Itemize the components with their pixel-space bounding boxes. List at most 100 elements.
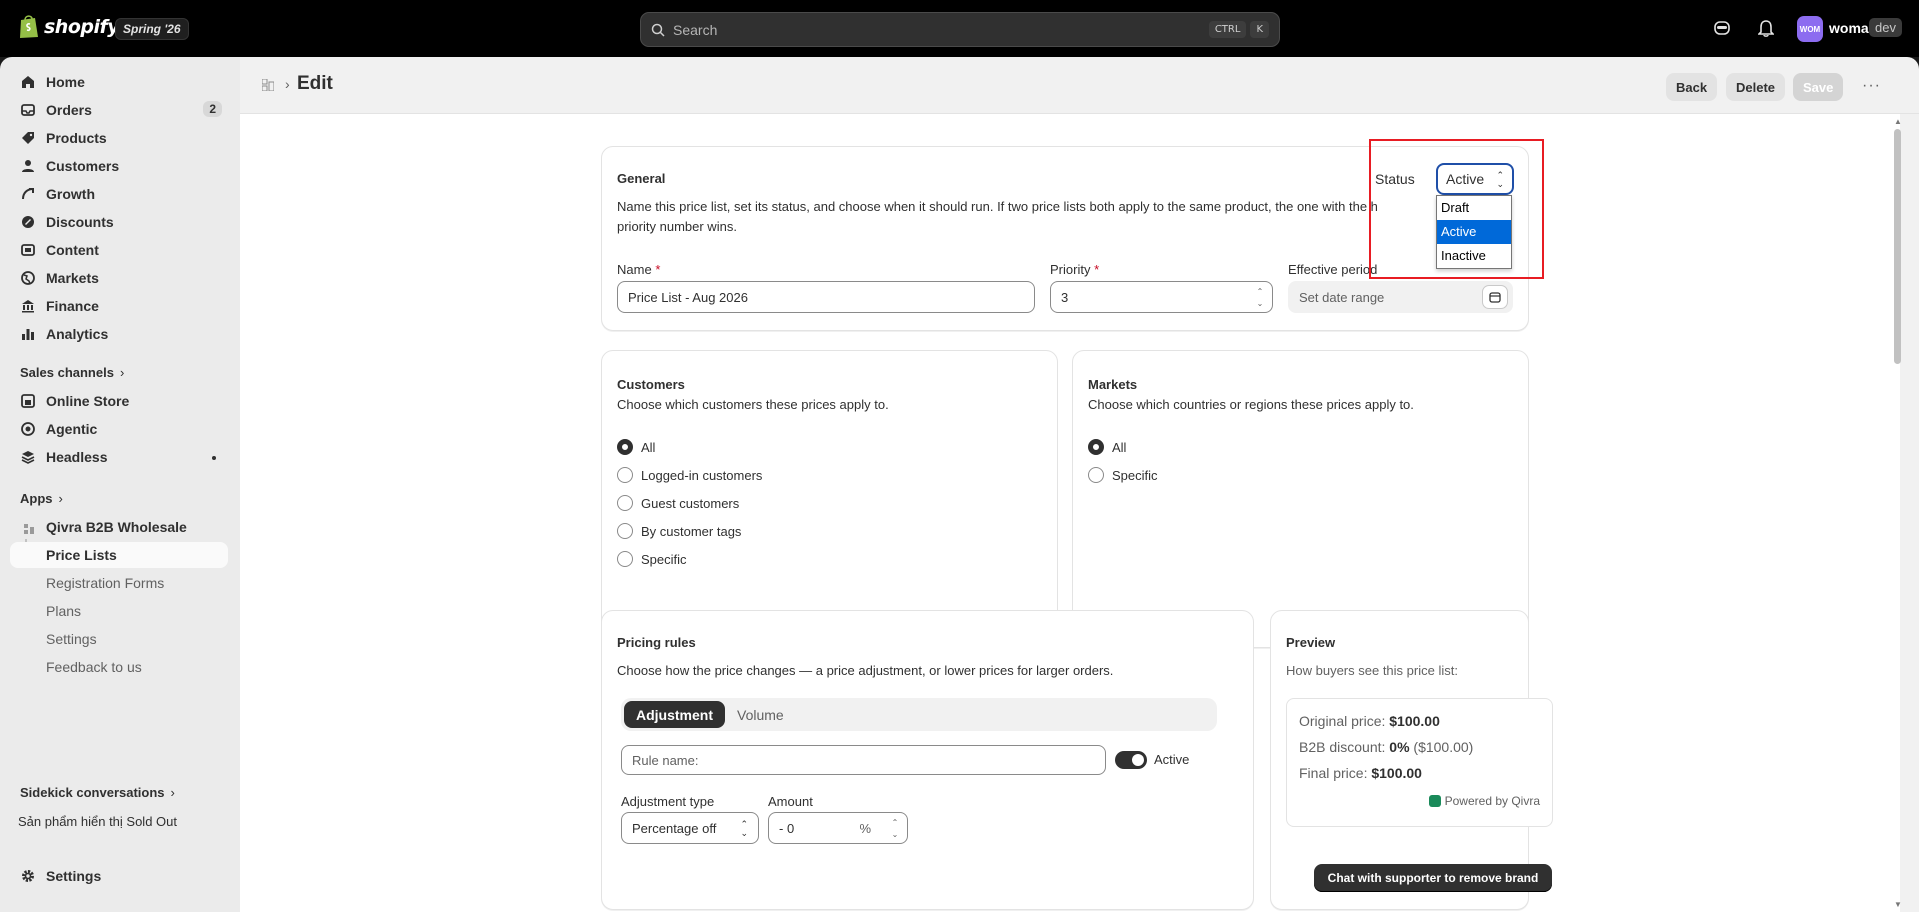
sidebar-item-label: Products [46,130,107,146]
amount-value: - 0 [779,820,795,836]
shopify-logo[interactable]: shopify [18,14,120,39]
sidebar-item-app-settings[interactable]: Settings [10,626,228,652]
discount-icon [20,214,36,230]
sidebar-item-headless[interactable]: Headless [10,444,228,470]
save-button[interactable]: Save [1793,73,1844,101]
sidebar-item-analytics[interactable]: Analytics [10,321,228,347]
stepper-up-icon[interactable]: ⌃ [889,817,901,827]
customers-option-guest[interactable]: Guest customers [617,495,739,511]
sidebar-item-feedback[interactable]: Feedback to us [10,654,228,680]
sidebar-item-label: Online Store [46,393,130,409]
tab-volume[interactable]: Volume [725,701,796,728]
markets-card: Markets Choose which countries or region… [1072,350,1529,648]
radio [617,495,633,511]
user-name[interactable]: woma [1829,20,1869,36]
sidekick-label: Sidekick conversations [20,785,165,800]
sidebar-item-orders[interactable]: Orders 2 [10,97,228,123]
bell-icon[interactable] [1755,17,1777,39]
radio [1088,467,1104,483]
search-icon [651,23,665,37]
pricing-rules-card: Pricing rules Choose how the price chang… [601,610,1254,910]
date-range-placeholder: Set date range [1299,289,1385,305]
sidebar-item-content[interactable]: Content [10,237,228,263]
customers-option-all[interactable]: All [617,439,655,455]
sidebar-item-label: Finance [46,298,99,314]
markets-option-specific[interactable]: Specific [1088,467,1158,483]
sidebar-item-registration-forms[interactable]: Registration Forms [10,570,228,596]
status-dot [212,456,216,460]
delete-button[interactable]: Delete [1726,73,1786,101]
customers-option-tags[interactable]: By customer tags [617,523,741,539]
stepper-down-icon[interactable]: ⌄ [1254,298,1266,308]
sidebar-item-customers[interactable]: Customers [10,153,228,179]
app-name: Qivra B2B Wholesale [46,519,187,535]
app-breadcrumb-icon[interactable] [261,78,275,94]
sidekick-heading[interactable]: Sidekick conversations › [20,785,175,800]
content-icon [20,242,36,258]
stepper-down-icon[interactable]: ⌄ [889,829,901,839]
radio [617,467,633,483]
tab-adjustment[interactable]: Adjustment [624,701,725,728]
sidebar-item-online-store[interactable]: Online Store [10,388,228,414]
sidebar-item-markets[interactable]: Markets [10,265,228,291]
scrollbar-thumb[interactable] [1894,129,1901,364]
sidebar-item-settings[interactable]: Settings [10,863,228,889]
avatar[interactable]: WOM [1797,16,1823,42]
sidebar-item-label: Home [46,74,85,90]
brand-name: shopify [44,15,120,38]
edition-badge: Spring '26 [115,18,189,40]
sidebar-item-agentic[interactable]: Agentic [10,416,228,442]
chevron-right-icon: › [170,785,175,800]
customers-card: Customers Choose which customers these p… [601,350,1058,648]
sidebar-item-plans[interactable]: Plans [10,598,228,624]
sidebar-item-discounts[interactable]: Discounts [10,209,228,235]
more-actions-icon[interactable]: ··· [1862,77,1881,95]
pricing-title: Pricing rules [617,635,696,650]
adjustment-type-label: Adjustment type [621,794,715,809]
customers-option-logged-in[interactable]: Logged-in customers [617,467,762,483]
top-bar: shopify Spring '26 Search CTRL K WOM wom… [0,0,1919,57]
page-header: › Edit Back Delete Save ··· [240,57,1919,114]
customers-title: Customers [617,377,685,392]
amount-stepper[interactable]: ⌃ ⌄ [889,817,901,839]
page-title: Edit [297,73,333,94]
sidebar-app-qivra[interactable]: Qivra B2B Wholesale [10,514,228,540]
sidebar-item-label: Orders [46,102,92,118]
calendar-icon[interactable] [1482,285,1508,309]
sales-channels-label: Sales channels [20,365,114,380]
scroll-down-arrow-icon[interactable]: ▼ [1894,900,1902,909]
sidebar-item-growth[interactable]: Growth [10,181,228,207]
date-range-input[interactable]: Set date range [1288,281,1513,313]
adjustment-type-select[interactable]: Percentage off ⌃ ⌄ [621,812,759,844]
sidebar-item-products[interactable]: Products [10,125,228,151]
radio-selected [1088,439,1104,455]
apps-heading[interactable]: Apps › [20,491,63,506]
name-label: Name * [617,262,661,277]
rule-name-input[interactable]: Rule name: [621,745,1106,775]
name-input[interactable]: Price List - Aug 2026 [617,281,1035,313]
sidekick-icon[interactable] [1711,17,1733,39]
orders-icon [20,102,36,118]
sidekick-conversation-item[interactable]: Sản phẩm hiển thị Sold Out [18,814,177,829]
active-toggle[interactable] [1115,751,1147,769]
pricing-tabs: Adjustment Volume [621,698,1217,731]
sidebar-item-price-lists[interactable]: Price Lists [10,542,228,568]
customers-option-specific[interactable]: Specific [617,551,687,567]
bar-chart-icon [20,326,36,342]
back-button[interactable]: Back [1666,73,1718,101]
sidebar-item-finance[interactable]: Finance [10,293,228,319]
priority-stepper[interactable]: ⌃ ⌄ [1254,286,1266,308]
search-input[interactable]: Search CTRL K [640,12,1280,47]
scroll-up-arrow-icon[interactable]: ▲ [1894,117,1902,126]
amount-input[interactable]: - 0 % ⌃ ⌄ [768,812,908,844]
stepper-up-icon[interactable]: ⌃ [1254,286,1266,296]
sidebar-item-home[interactable]: Home [10,69,228,95]
sales-channels-heading[interactable]: Sales channels › [20,365,124,380]
bank-icon [20,298,36,314]
markets-option-all[interactable]: All [1088,439,1126,455]
apps-label: Apps [20,491,53,506]
remove-brand-button[interactable]: Chat with supporter to remove brand [1314,864,1552,892]
qivra-logo-icon [1428,795,1441,807]
priority-input[interactable]: 3 ⌃ ⌄ [1050,281,1273,313]
sidebar-item-label: Analytics [46,326,109,342]
